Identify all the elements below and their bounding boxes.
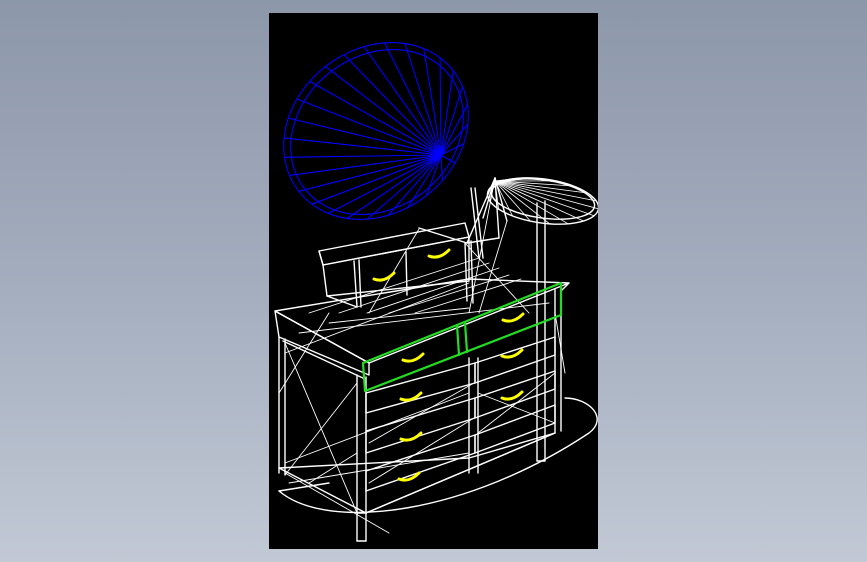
mirror-rib [283, 154, 442, 158]
cad-viewport[interactable] [269, 13, 598, 549]
mirror-rib [440, 154, 443, 182]
cad-application-window: { "scene": { "view_style": "wireframe", … [0, 0, 867, 562]
drawer-handle [399, 431, 423, 442]
mirror-rib [311, 154, 442, 205]
round-mirror[interactable] [269, 13, 504, 256]
mirror-rib [343, 54, 442, 156]
mirror-rib [283, 137, 442, 156]
mirror-ribs [283, 42, 469, 220]
wireframe-drawing [269, 13, 598, 542]
dressing-table-frame[interactable] [274, 171, 598, 542]
drawer-handle [372, 271, 396, 282]
drawer-handle [501, 312, 525, 323]
mirror-rib [439, 57, 442, 156]
mirror-rib [324, 65, 442, 156]
mirror-rib [288, 154, 442, 176]
drawer-handle [500, 390, 524, 401]
drawer-handle [401, 352, 425, 363]
drawer-handle [427, 248, 451, 259]
selected-drawer-front[interactable] [361, 281, 563, 393]
